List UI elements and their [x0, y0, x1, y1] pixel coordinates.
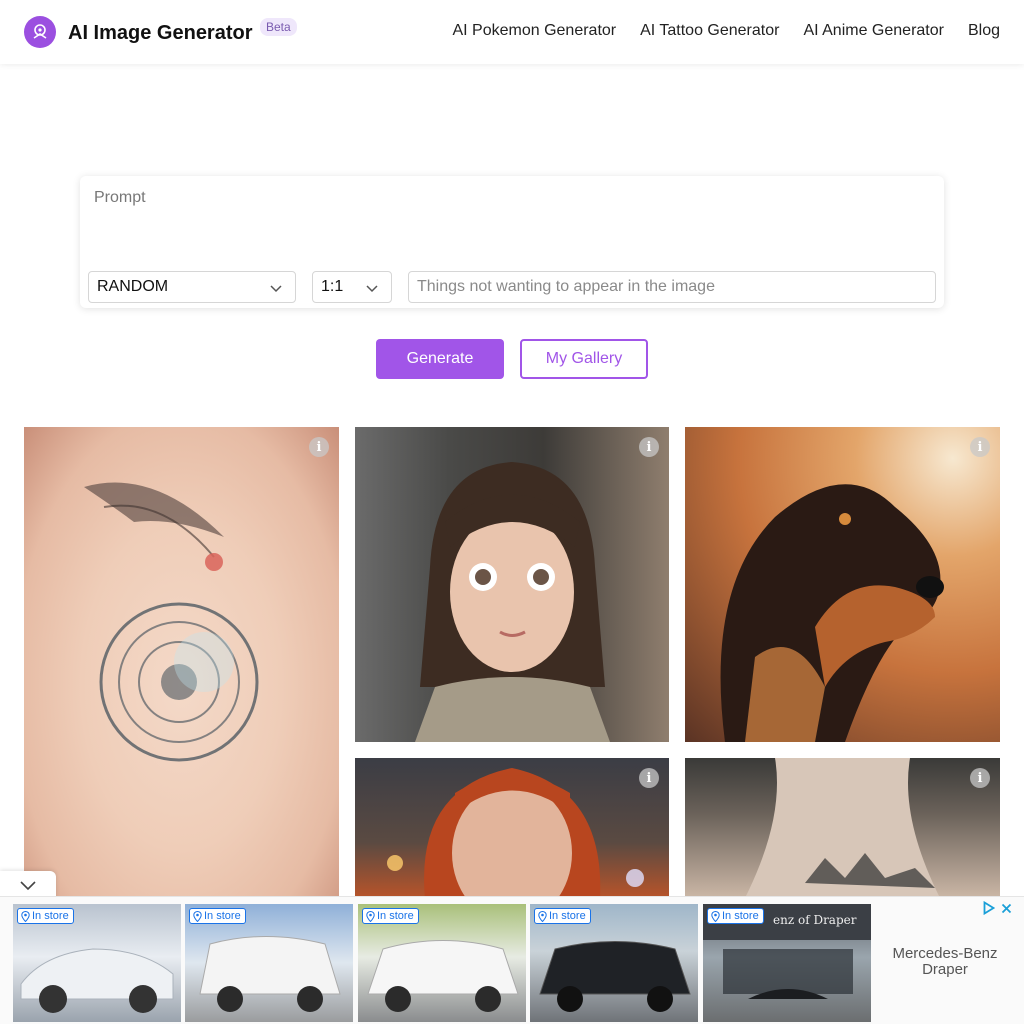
storefront-sign: enz of Draper: [773, 913, 857, 927]
gallery-image-back-tattoo[interactable]: i: [685, 758, 1000, 898]
style-select-value: RANDOM: [97, 278, 169, 295]
gallery-image-chest-tattoo[interactable]: i: [24, 427, 339, 897]
logo[interactable]: [24, 16, 56, 48]
ad-car-card[interactable]: In store: [185, 904, 353, 1022]
location-pin-icon: [538, 910, 547, 922]
main-nav: AI Pokemon Generator AI Tattoo Generator…: [452, 22, 1000, 40]
info-icon[interactable]: i: [970, 437, 990, 457]
nav-link-tattoo[interactable]: AI Tattoo Generator: [640, 22, 779, 40]
nav-link-anime[interactable]: AI Anime Generator: [803, 22, 944, 40]
in-store-label: In store: [549, 910, 586, 922]
beta-badge: Beta: [260, 18, 297, 36]
ad-collapse-button[interactable]: [0, 871, 56, 899]
location-pin-icon: [21, 910, 30, 922]
gallery-image-girl-portrait[interactable]: i: [355, 427, 669, 742]
brain-icon: [24, 16, 56, 48]
generate-button[interactable]: Generate: [376, 339, 504, 379]
in-store-label: In store: [204, 910, 241, 922]
gallery-image-redhead-portrait[interactable]: i: [355, 758, 669, 898]
top-header: AI Image Generator Beta AI Pokemon Gener…: [0, 0, 1024, 64]
info-icon[interactable]: i: [970, 768, 990, 788]
negative-prompt-input[interactable]: [408, 271, 936, 303]
tattoo-artwork: [84, 482, 259, 762]
in-store-label: In store: [377, 910, 414, 922]
in-store-badge: In store: [707, 908, 764, 924]
brand-title[interactable]: AI Image Generator: [68, 22, 253, 45]
back-tattoo-artwork: [745, 758, 940, 898]
location-pin-icon: [366, 910, 375, 922]
info-icon[interactable]: i: [639, 437, 659, 457]
dog-artwork: [720, 484, 944, 742]
chevron-down-icon: [366, 285, 378, 293]
ad-car-card[interactable]: In store: [13, 904, 181, 1022]
in-store-badge: In store: [189, 908, 246, 924]
in-store-label: In store: [722, 910, 759, 922]
nav-link-blog[interactable]: Blog: [968, 22, 1000, 40]
chevron-down-icon: [20, 881, 36, 891]
close-icon[interactable]: [1001, 903, 1012, 914]
location-pin-icon: [711, 910, 720, 922]
ad-car-card[interactable]: In store: [530, 904, 698, 1022]
info-icon[interactable]: i: [639, 768, 659, 788]
gallery-image-dog-portrait[interactable]: i: [685, 427, 1000, 742]
ad-car-card[interactable]: In store: [358, 904, 526, 1022]
chevron-down-icon: [270, 285, 282, 293]
in-store-label: In store: [32, 910, 69, 922]
location-pin-icon: [193, 910, 202, 922]
style-select[interactable]: RANDOM: [88, 271, 296, 303]
ratio-select-value: 1:1: [321, 278, 344, 295]
bottom-ad-banner: In store In store In store In store enz …: [0, 896, 1024, 1024]
advertiser-name[interactable]: Mercedes-Benz Draper: [876, 946, 1014, 978]
in-store-badge: In store: [17, 908, 74, 924]
my-gallery-button[interactable]: My Gallery: [520, 339, 648, 379]
portrait-artwork: [415, 462, 610, 742]
redhead-artwork: [387, 768, 644, 898]
adchoices-play-icon[interactable]: [983, 901, 995, 915]
prompt-textarea[interactable]: Prompt: [94, 189, 146, 207]
in-store-badge: In store: [534, 908, 591, 924]
prompt-card: Prompt RANDOM 1:1: [80, 176, 944, 308]
info-icon[interactable]: i: [309, 437, 329, 457]
nav-link-pokemon[interactable]: AI Pokemon Generator: [452, 22, 616, 40]
in-store-badge: In store: [362, 908, 419, 924]
ad-choices[interactable]: [983, 901, 1012, 915]
aspect-ratio-select[interactable]: 1:1: [312, 271, 392, 303]
ad-dealership-card[interactable]: enz of Draper In store: [703, 904, 871, 1022]
